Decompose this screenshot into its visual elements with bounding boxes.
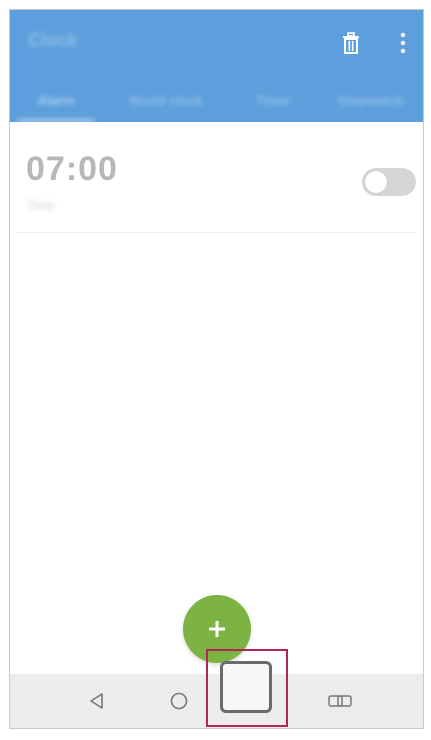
alarm-toggle[interactable] <box>362 168 416 196</box>
home-icon <box>170 692 188 710</box>
tab-label: World clock <box>129 92 203 108</box>
tab-bar: Alarm World clock Timer Stopwatch <box>10 78 423 122</box>
dual-window-button[interactable] <box>323 686 357 716</box>
app-bar: Clock Alarm World clock Timer Stopwatch <box>10 10 423 122</box>
recent-apps-highlight <box>206 649 288 727</box>
tab-timer[interactable]: Timer <box>230 78 318 122</box>
tab-stopwatch[interactable]: Stopwatch <box>318 78 423 122</box>
more-vert-icon <box>400 32 406 54</box>
tab-label: Timer <box>256 92 292 108</box>
tab-world-clock[interactable]: World clock <box>102 78 230 122</box>
alarm-label: Daily <box>28 198 55 212</box>
back-icon <box>90 693 103 709</box>
toggle-knob <box>365 171 387 193</box>
alarm-time: 07:00 <box>26 150 118 188</box>
plus-icon <box>209 621 225 637</box>
tab-label: Stopwatch <box>337 92 404 108</box>
trash-icon <box>343 32 359 54</box>
home-button[interactable] <box>164 686 194 716</box>
delete-button[interactable] <box>338 30 364 56</box>
tab-label: Alarm <box>37 92 75 108</box>
back-button[interactable] <box>82 686 112 716</box>
active-tab-indicator <box>18 119 94 122</box>
alarm-item[interactable]: 07:00 Daily <box>16 128 416 233</box>
recent-apps-button[interactable] <box>220 661 272 713</box>
phone-screen: Clock Alarm World clock Timer Stopwatch … <box>9 9 424 729</box>
more-options-button[interactable] <box>396 30 410 56</box>
app-title: Clock <box>28 30 78 50</box>
dual-window-icon <box>328 695 352 707</box>
tab-alarm[interactable]: Alarm <box>10 78 102 122</box>
